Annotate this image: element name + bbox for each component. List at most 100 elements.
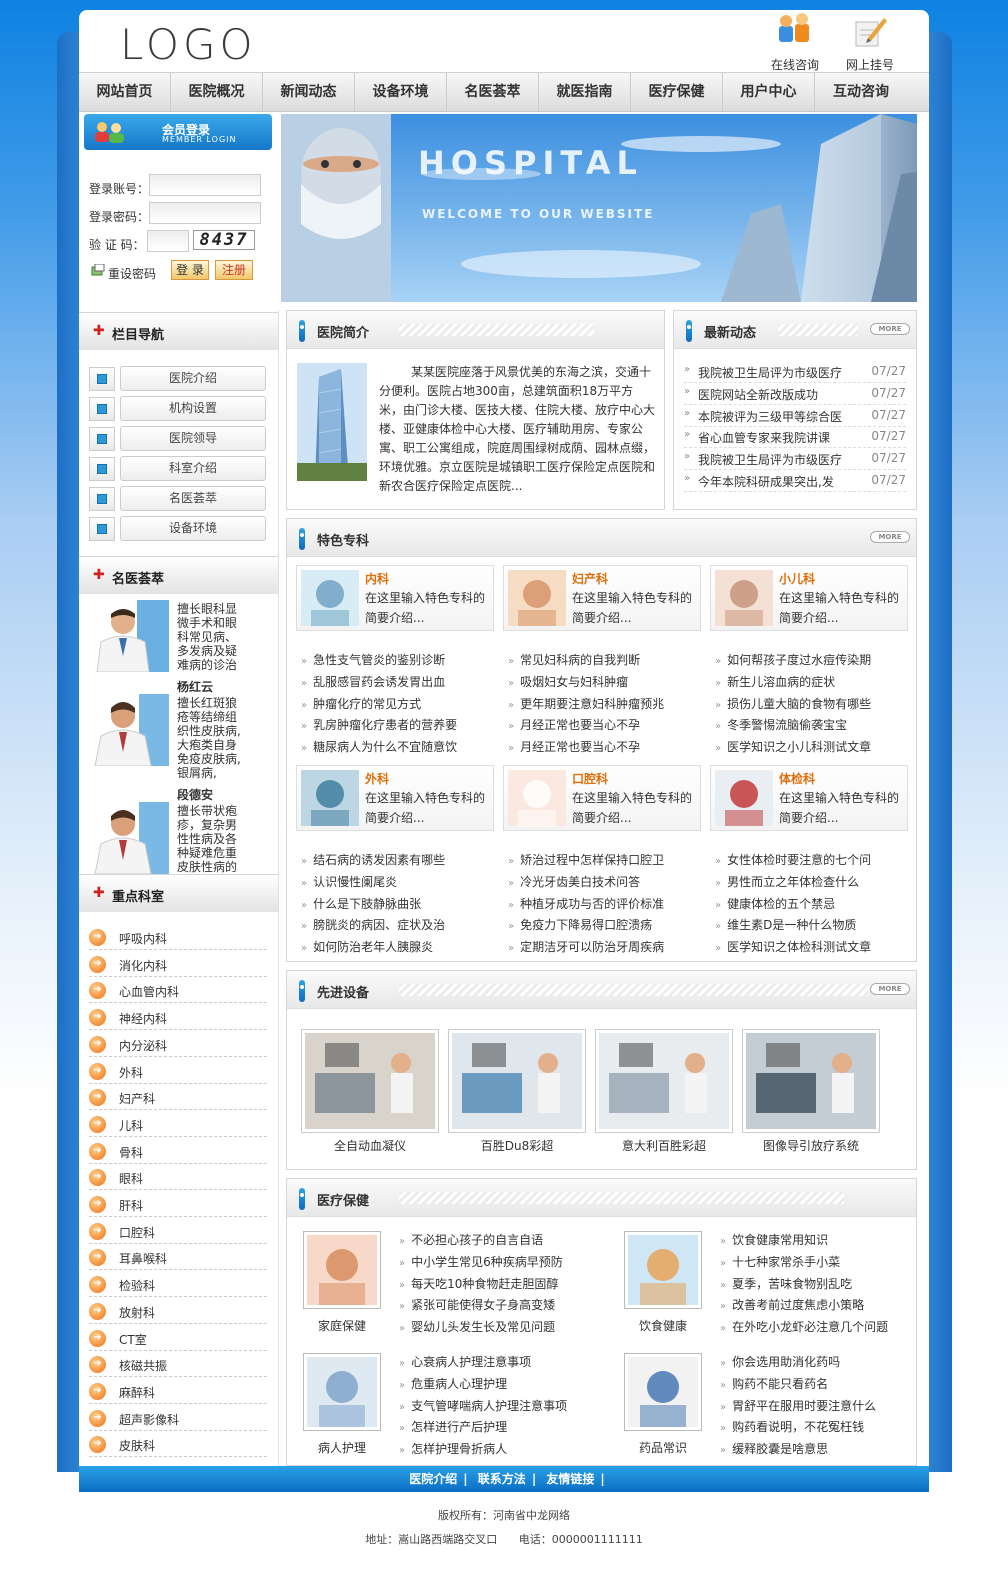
nav-item-equipment[interactable]: 设备环境 xyxy=(355,73,447,111)
specialty-name[interactable]: 外科 xyxy=(365,770,389,787)
equipment-photo[interactable] xyxy=(301,1029,439,1133)
specialty-article-link[interactable]: » 冬季警惕流脑偷袭宝宝 xyxy=(715,716,915,736)
healthcare-article-link[interactable]: » 紧张可能使得女子身高变矮 xyxy=(399,1296,609,1316)
specialty-card[interactable]: 小儿科 在这里输入特色专科的简要介绍... xyxy=(710,565,908,631)
nav-item-doctors[interactable]: 名医荟萃 xyxy=(447,73,539,111)
captcha-image[interactable]: 8437 xyxy=(193,230,255,250)
specialty-name[interactable]: 口腔科 xyxy=(572,770,608,787)
specialty-article-link[interactable]: » 月经正常也要当心不孕 xyxy=(508,716,708,736)
doctor-name[interactable]: 杨红云 xyxy=(177,678,213,695)
online-consult-link[interactable]: 在线咨询 xyxy=(760,12,830,73)
specialty-article-link[interactable]: » 医学知识之小儿科测试文章 xyxy=(715,738,915,758)
specialty-card[interactable]: 外科 在这里输入特色专科的简要介绍... xyxy=(296,765,494,831)
column-nav-item[interactable]: 名医荟萃 xyxy=(89,486,267,512)
healthcare-article-link[interactable]: » 你会选用助消化药吗 xyxy=(720,1353,930,1373)
footer-link-friends[interactable]: 友情链接 xyxy=(546,1472,594,1486)
specialty-card[interactable]: 体检科 在这里输入特色专科的简要介绍... xyxy=(710,765,908,831)
healthcare-article-link[interactable]: » 胃舒平在服用时要注意什么 xyxy=(720,1397,930,1417)
column-nav-item[interactable]: 医院介绍 xyxy=(89,366,267,392)
specialty-card[interactable]: 口腔科 在这里输入特色专科的简要介绍... xyxy=(503,765,701,831)
column-nav-item[interactable]: 设备环境 xyxy=(89,516,267,542)
specialty-article-link[interactable]: » 膀胱炎的病因、症状及治 xyxy=(301,916,501,936)
equipment-caption[interactable]: 百胜Du8彩超 xyxy=(448,1137,586,1154)
specialty-name[interactable]: 妇产科 xyxy=(572,570,608,587)
captcha-input[interactable] xyxy=(147,230,189,252)
specialty-name[interactable]: 小儿科 xyxy=(779,570,815,587)
specialty-article-link[interactable]: » 急性支气管炎的鉴别诊断 xyxy=(301,651,501,671)
healthcare-photo[interactable] xyxy=(303,1231,381,1309)
department-item[interactable]: ➔ CT室 xyxy=(89,1325,267,1351)
specialty-article-link[interactable]: » 种植牙成功与否的评价标准 xyxy=(508,895,708,915)
nav-item-guide[interactable]: 就医指南 xyxy=(539,73,631,111)
news-item[interactable]: » 我院被卫生局评为市级医疗 07/27 xyxy=(684,448,906,471)
healthcare-article-link[interactable]: » 购药看说明，不花冤枉钱 xyxy=(720,1418,930,1438)
healthcare-article-link[interactable]: » 每天吃10种食物赶走胆固醇 xyxy=(399,1275,609,1295)
equipment-photo[interactable] xyxy=(742,1029,880,1133)
password-input[interactable] xyxy=(149,202,261,224)
site-logo[interactable]: LOGO xyxy=(120,20,257,69)
specialty-article-link[interactable]: » 更年期要注意妇科肿瘤预兆 xyxy=(508,695,708,715)
specialty-article-link[interactable]: » 损伤儿童大脑的食物有哪些 xyxy=(715,695,915,715)
department-item[interactable]: ➔ 耳鼻喉科 xyxy=(89,1244,267,1271)
doctor-name[interactable]: 段德安 xyxy=(177,786,213,803)
healthcare-article-link[interactable]: » 心衰病人护理注意事项 xyxy=(399,1353,609,1373)
equipment-photo[interactable] xyxy=(595,1029,733,1133)
column-nav-item[interactable]: 科室介绍 xyxy=(89,456,267,482)
department-item[interactable]: ➔ 皮肤科 xyxy=(89,1431,267,1458)
healthcare-photo[interactable] xyxy=(624,1353,702,1431)
footer-link-intro[interactable]: 医院介绍 xyxy=(409,1472,457,1486)
specialty-name[interactable]: 体检科 xyxy=(779,770,815,787)
department-item[interactable]: ➔ 内分泌科 xyxy=(89,1031,267,1057)
nav-item-home[interactable]: 网站首页 xyxy=(79,73,171,111)
news-item[interactable]: » 今年本院科研成果突出,发 07/27 xyxy=(684,470,906,492)
specialty-article-link[interactable]: » 肿瘤化疗的常见方式 xyxy=(301,695,501,715)
news-more-button[interactable]: MORE xyxy=(870,323,910,335)
account-input[interactable] xyxy=(149,174,261,196)
healthcare-article-link[interactable]: » 危重病人心理护理 xyxy=(399,1375,609,1395)
healthcare-photo[interactable] xyxy=(624,1231,702,1309)
specialty-article-link[interactable]: » 如何防治老年人胰腺炎 xyxy=(301,938,501,958)
specialty-article-link[interactable]: » 医学知识之体检科测试文章 xyxy=(715,938,915,958)
equipment-caption[interactable]: 意大利百胜彩超 xyxy=(595,1137,733,1154)
specialty-article-link[interactable]: » 什么是下肢静脉曲张 xyxy=(301,895,501,915)
news-item[interactable]: » 医院网站全新改版成功 07/27 xyxy=(684,383,906,405)
department-item[interactable]: ➔ 麻醉科 xyxy=(89,1378,267,1404)
specialty-article-link[interactable]: » 常见妇科病的自我判断 xyxy=(508,651,708,671)
healthcare-article-link[interactable]: » 夏季，苦味食物别乱吃 xyxy=(720,1275,930,1295)
healthcare-caption[interactable]: 饮食健康 xyxy=(624,1317,702,1334)
specialty-article-link[interactable]: » 维生素D是一种什么物质 xyxy=(715,916,915,936)
healthcare-article-link[interactable]: » 怎样护理骨折病人 xyxy=(399,1440,609,1460)
healthcare-article-link[interactable]: » 支气管哮喘病人护理注意事项 xyxy=(399,1397,609,1417)
healthcare-caption[interactable]: 病人护理 xyxy=(303,1439,381,1456)
specialty-article-link[interactable]: » 免疫力下降易得口腔溃疡 xyxy=(508,916,708,936)
reset-password-link[interactable]: 重设密码 xyxy=(108,265,156,282)
equipment-caption[interactable]: 全自动血凝仪 xyxy=(301,1137,439,1154)
equipment-more-button[interactable]: MORE xyxy=(870,983,910,995)
healthcare-article-link[interactable]: » 怎样进行产后护理 xyxy=(399,1418,609,1438)
specialty-article-link[interactable]: » 新生儿溶血病的症状 xyxy=(715,673,915,693)
department-item[interactable]: ➔ 口腔科 xyxy=(89,1218,267,1244)
specialty-article-link[interactable]: » 健康体检的五个禁忌 xyxy=(715,895,915,915)
specialty-card[interactable]: 妇产科 在这里输入特色专科的简要介绍... xyxy=(503,565,701,631)
specialty-article-link[interactable]: » 糖尿病人为什么不宜随意饮 xyxy=(301,738,501,758)
footer-link-contact[interactable]: 联系方法 xyxy=(478,1472,526,1486)
department-item[interactable]: ➔ 骨科 xyxy=(89,1138,267,1164)
column-nav-item[interactable]: 机构设置 xyxy=(89,396,267,422)
specialty-article-link[interactable]: » 如何帮孩子度过水痘传染期 xyxy=(715,651,915,671)
healthcare-caption[interactable]: 药品常识 xyxy=(624,1439,702,1456)
healthcare-article-link[interactable]: » 中小学生常见6种疾病早预防 xyxy=(399,1253,609,1273)
nav-item-overview[interactable]: 医院概况 xyxy=(171,73,263,111)
healthcare-article-link[interactable]: » 在外吃小龙虾必注意几个问题 xyxy=(720,1318,930,1338)
department-item[interactable]: ➔ 呼吸内科 xyxy=(89,924,267,950)
specialty-article-link[interactable]: » 矫治过程中怎样保持口腔卫 xyxy=(508,851,708,871)
healthcare-article-link[interactable]: » 购药不能只看药名 xyxy=(720,1375,930,1395)
department-item[interactable]: ➔ 神经内科 xyxy=(89,1004,267,1031)
specialty-article-link[interactable]: » 月经正常也要当心不孕 xyxy=(508,738,708,758)
nav-item-user-center[interactable]: 用户中心 xyxy=(723,73,815,111)
department-item[interactable]: ➔ 检验科 xyxy=(89,1271,267,1298)
specialty-article-link[interactable]: » 认识慢性阑尾炎 xyxy=(301,873,501,893)
department-item[interactable]: ➔ 核磁共振 xyxy=(89,1351,267,1378)
doctor-card[interactable]: 擅长眼科显微手术和眼科常见病、多发病及疑难病的诊治 杨红云 xyxy=(79,600,279,700)
specialty-article-link[interactable]: » 乱服感冒药会诱发胃出血 xyxy=(301,673,501,693)
department-item[interactable]: ➔ 超声影像科 xyxy=(89,1405,267,1431)
